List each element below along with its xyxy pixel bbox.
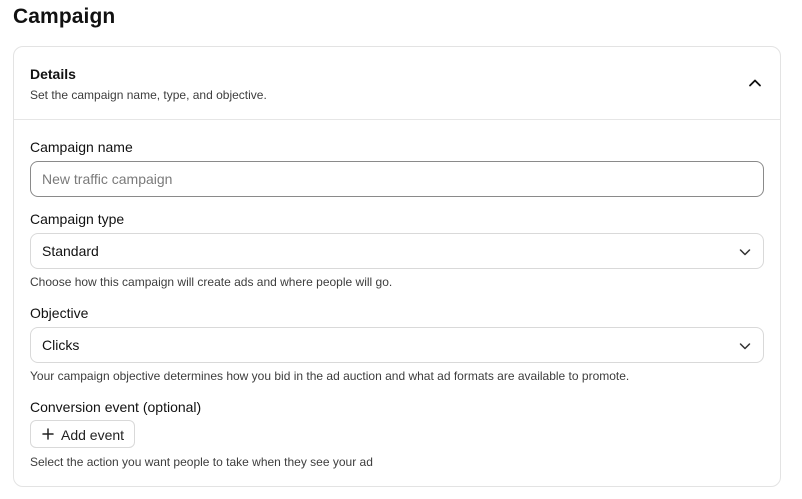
objective-helper: Your campaign objective determines how y… [30,369,630,383]
plus-icon [42,428,54,440]
campaign-type-value: Standard [42,243,99,259]
details-card: Details Set the campaign name, type, and… [13,46,781,487]
campaign-name-label: Campaign name [30,139,133,155]
chevron-down-icon [739,249,751,256]
conversion-event-helper: Select the action you want people to tak… [30,455,373,469]
campaign-type-helper: Choose how this campaign will create ads… [30,275,393,289]
objective-value: Clicks [42,337,80,353]
add-event-button[interactable]: Add event [30,420,135,448]
objective-label: Objective [30,305,89,321]
chevron-down-icon [739,343,751,350]
add-event-label: Add event [61,427,125,443]
conversion-event-label: Conversion event (optional) [30,399,202,415]
campaign-type-label: Campaign type [30,211,125,227]
chevron-up-icon[interactable] [748,76,762,90]
page-title: Campaign [13,5,116,28]
campaign-name-input[interactable] [30,161,764,197]
details-header[interactable]: Details Set the campaign name, type, and… [14,47,780,120]
details-subtitle: Set the campaign name, type, and objecti… [30,88,267,102]
details-title: Details [30,66,76,82]
objective-select[interactable]: Clicks [30,327,764,363]
campaign-type-select[interactable]: Standard [30,233,764,269]
